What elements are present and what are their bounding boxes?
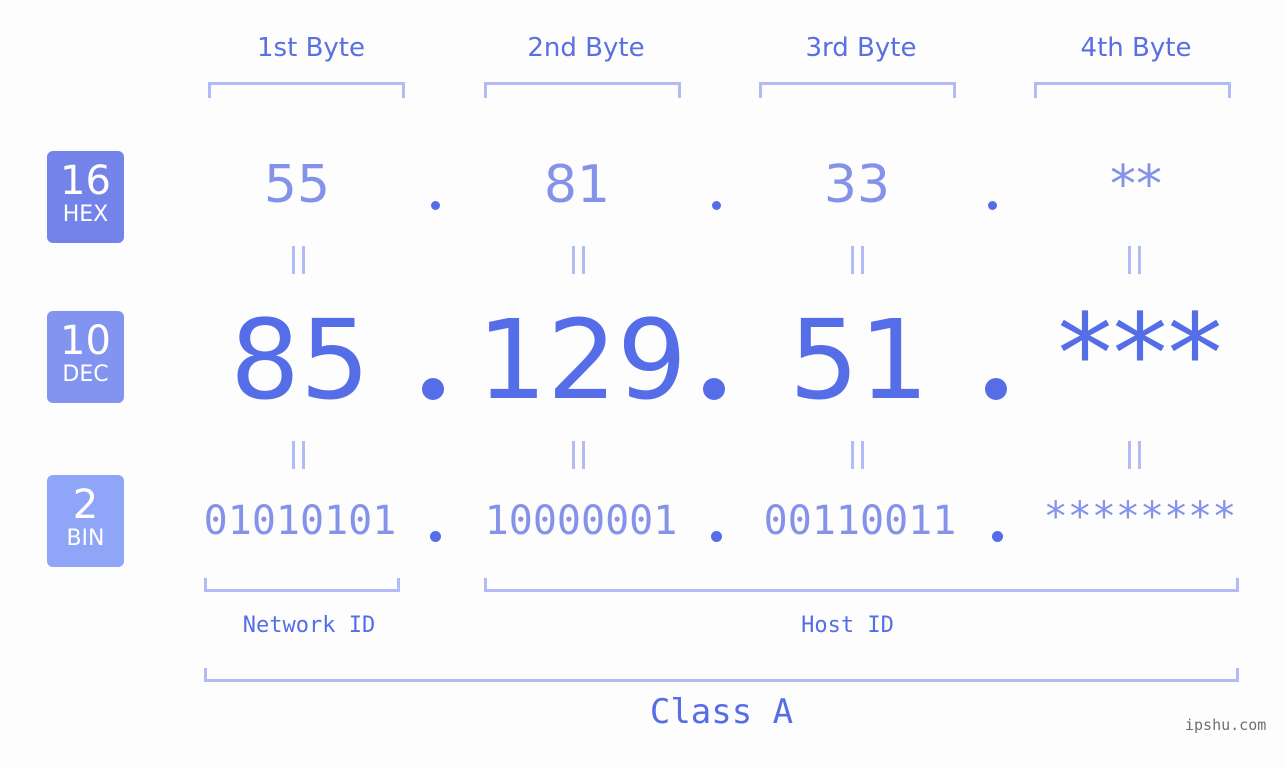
equals-sign — [292, 441, 308, 469]
equals-sign — [292, 246, 308, 274]
byte-header-4: 4th Byte — [1080, 33, 1192, 63]
class-bracket — [204, 668, 1239, 682]
byte-bracket-1 — [208, 82, 405, 98]
host-id-bracket — [484, 578, 1239, 592]
hex-dot-1 — [431, 201, 440, 210]
host-id-label: Host ID — [801, 613, 894, 638]
hex-byte-2: 81 — [543, 155, 611, 215]
hex-badge: 16 HEX — [47, 151, 124, 243]
equals-sign — [572, 441, 588, 469]
bin-byte-4: ******** — [1043, 494, 1237, 540]
dec-badge: 10 DEC — [47, 311, 124, 403]
hex-dot-2 — [712, 201, 721, 210]
hex-byte-1: 55 — [263, 155, 331, 215]
byte-bracket-3 — [759, 82, 956, 98]
hex-dot-3 — [988, 201, 997, 210]
bin-byte-3: 00110011 — [763, 498, 957, 544]
byte-header-1: 1st Byte — [257, 33, 365, 63]
hex-base-label: HEX — [62, 202, 109, 227]
hex-base-number: 16 — [60, 158, 111, 204]
bin-dot-3 — [992, 531, 1003, 542]
equals-sign — [1128, 246, 1144, 274]
watermark: ipshu.com — [1185, 716, 1267, 734]
network-id-bracket — [204, 578, 400, 592]
byte-bracket-4 — [1034, 82, 1231, 98]
bin-badge: 2 BIN — [47, 475, 124, 567]
bin-dot-1 — [430, 531, 441, 542]
byte-header-3: 3rd Byte — [805, 33, 917, 63]
dec-base-number: 10 — [60, 318, 111, 364]
equals-sign — [572, 246, 588, 274]
dec-dot-1 — [422, 378, 444, 400]
dec-byte-2: 129 — [477, 296, 687, 424]
equals-sign — [1128, 441, 1144, 469]
dec-dot-3 — [985, 378, 1007, 400]
dec-base-label: DEC — [62, 362, 109, 387]
network-id-label: Network ID — [242, 613, 376, 638]
hex-byte-4: ** — [1110, 155, 1162, 215]
bin-dot-2 — [711, 531, 722, 542]
bin-base-label: BIN — [66, 526, 105, 551]
bin-byte-1: 01010101 — [203, 498, 397, 544]
dec-byte-1: 85 — [230, 296, 370, 424]
dec-byte-4: *** — [1057, 290, 1223, 418]
class-label: Class A — [649, 692, 794, 732]
dec-byte-3: 51 — [789, 296, 929, 424]
bin-base-number: 2 — [72, 482, 99, 528]
byte-bracket-2 — [484, 82, 681, 98]
hex-byte-3: 33 — [823, 155, 891, 215]
equals-sign — [851, 441, 867, 469]
equals-sign — [851, 246, 867, 274]
dec-dot-2 — [703, 378, 725, 400]
byte-header-2: 2nd Byte — [527, 33, 645, 63]
bin-byte-2: 10000001 — [484, 498, 678, 544]
